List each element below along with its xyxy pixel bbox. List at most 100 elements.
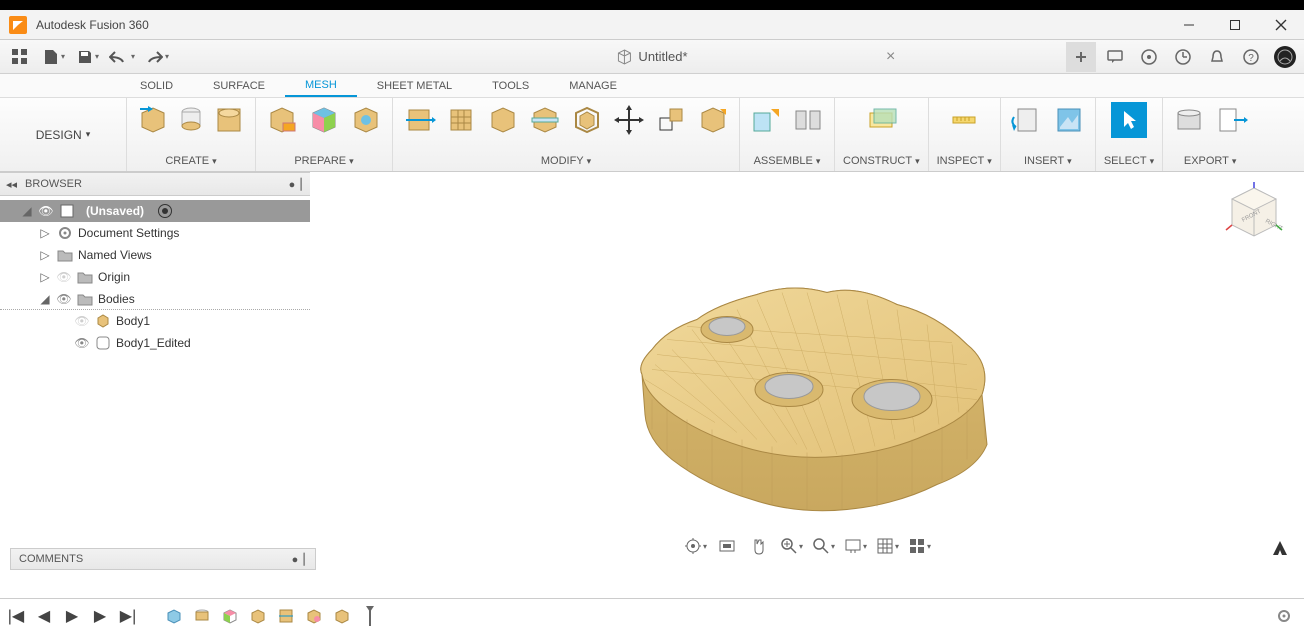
insert-decal-tool[interactable] <box>1051 102 1087 138</box>
timeline-back-icon[interactable]: ◀ <box>34 606 54 626</box>
tab-sheet-metal[interactable]: SHEET METAL <box>357 74 472 97</box>
minimize-button[interactable] <box>1166 10 1212 40</box>
insert-derive-tool[interactable] <box>1009 102 1045 138</box>
repair-tool[interactable] <box>264 102 300 138</box>
tab-mesh[interactable]: MESH <box>285 74 357 97</box>
maximize-button[interactable] <box>1212 10 1258 40</box>
timeline-feature-4[interactable] <box>248 606 268 626</box>
viewport-layout-icon[interactable]: ▾ <box>907 534 931 558</box>
comments-header[interactable]: COMMENTS ● ⎮ <box>10 548 316 570</box>
viewport[interactable]: FRONT RIGHT <box>310 172 1304 598</box>
timeline-end-icon[interactable]: ▶| <box>118 606 138 626</box>
timeline-feature-5[interactable] <box>276 606 296 626</box>
timeline-marker[interactable] <box>360 606 380 626</box>
timeline-feature-7[interactable] <box>332 606 352 626</box>
export-tool[interactable] <box>1213 102 1249 138</box>
shell-tool[interactable] <box>569 102 605 138</box>
help-icon[interactable]: ? <box>1236 42 1266 72</box>
move-tool[interactable] <box>611 102 647 138</box>
tree-bodies[interactable]: ◢ 👁 Bodies <box>0 288 310 310</box>
timeline-feature-2[interactable] <box>192 606 212 626</box>
save-button[interactable] <box>74 43 102 71</box>
collapse-browser-icon[interactable]: ◂◂ <box>6 178 17 191</box>
create-label[interactable]: CREATE▾ <box>165 155 216 167</box>
orbit-icon[interactable]: ▾ <box>683 534 707 558</box>
new-tab-button[interactable] <box>1066 42 1096 72</box>
document-tab[interactable]: Untitled* <box>616 49 687 65</box>
visibility-icon[interactable]: 👁 <box>74 336 90 350</box>
pan-icon[interactable] <box>747 534 771 558</box>
export-label[interactable]: EXPORT▾ <box>1184 155 1237 167</box>
timeline-play-icon[interactable]: ▶ <box>62 606 82 626</box>
timeline-feature-3[interactable] <box>220 606 240 626</box>
expander-icon[interactable]: ▷ <box>38 248 52 262</box>
tab-manage[interactable]: MANAGE <box>549 74 637 97</box>
expander-icon[interactable]: ▷ <box>38 226 52 240</box>
3d-print-tool[interactable] <box>1171 102 1207 138</box>
reduce-tool[interactable] <box>485 102 521 138</box>
select-label[interactable]: SELECT▾ <box>1104 155 1154 167</box>
browser-header[interactable]: ◂◂ BROWSER ● ⎮ <box>0 172 310 196</box>
inspect-label[interactable]: INSPECT▾ <box>937 155 992 167</box>
profile-avatar[interactable] <box>1270 42 1300 72</box>
tree-root[interactable]: ◢ 👁 (Unsaved) <box>0 200 310 222</box>
design-workspace[interactable]: DESIGN▾ <box>8 102 118 167</box>
job-status-icon[interactable] <box>1168 42 1198 72</box>
modify-label[interactable]: MODIFY▾ <box>541 155 591 167</box>
expander-icon[interactable]: ◢ <box>20 204 34 218</box>
browser-options-icon[interactable]: ● ⎮ <box>289 178 304 191</box>
joint-tool[interactable] <box>790 102 826 138</box>
create-mesh-section-tool[interactable] <box>211 102 247 138</box>
visibility-icon[interactable]: 👁 <box>74 314 90 328</box>
remesh-tool[interactable] <box>443 102 479 138</box>
chat-icon[interactable] <box>1100 42 1130 72</box>
assemble-label[interactable]: ASSEMBLE▾ <box>754 155 821 167</box>
visibility-icon[interactable]: 👁 <box>56 270 72 284</box>
tree-named-views[interactable]: ▷ Named Views <box>0 244 310 266</box>
zoom-icon[interactable]: ▾ <box>779 534 803 558</box>
timeline-forward-icon[interactable]: ▶ <box>90 606 110 626</box>
visibility-icon[interactable]: 👁 <box>38 204 54 218</box>
tree-body1-edited[interactable]: 👁 Body1_Edited <box>0 332 310 354</box>
timeline-settings-icon[interactable] <box>1274 606 1294 626</box>
new-component-tool[interactable] <box>748 102 784 138</box>
construct-plane-tool[interactable] <box>863 102 899 138</box>
display-settings-icon[interactable]: ▾ <box>843 534 867 558</box>
tree-document-settings[interactable]: ▷ Document Settings <box>0 222 310 244</box>
data-panel-button[interactable] <box>6 43 34 71</box>
direct-edit-tool[interactable] <box>401 102 437 138</box>
redo-button[interactable] <box>142 43 170 71</box>
grid-settings-icon[interactable]: ▾ <box>875 534 899 558</box>
tree-origin[interactable]: ▷ 👁 Origin <box>0 266 310 288</box>
comments-options-icon[interactable]: ● ⎮ <box>292 553 307 566</box>
timeline-feature-1[interactable] <box>164 606 184 626</box>
scale-tool[interactable] <box>653 102 689 138</box>
fit-icon[interactable]: ▾ <box>811 534 835 558</box>
expander-icon[interactable]: ▷ <box>38 270 52 284</box>
file-menu[interactable] <box>40 43 68 71</box>
viewcube[interactable]: FRONT RIGHT <box>1224 182 1284 242</box>
combine-face-groups-tool[interactable] <box>348 102 384 138</box>
tree-body1[interactable]: 👁 Body1 <box>0 310 310 332</box>
tab-surface[interactable]: SURFACE <box>193 74 285 97</box>
generate-face-groups-tool[interactable] <box>306 102 342 138</box>
activate-radio[interactable] <box>158 204 172 218</box>
select-tool[interactable] <box>1111 102 1147 138</box>
close-button[interactable] <box>1258 10 1304 40</box>
tab-tools[interactable]: TOOLS <box>472 74 549 97</box>
visibility-icon[interactable]: 👁 <box>56 292 72 306</box>
notifications-icon[interactable] <box>1202 42 1232 72</box>
prepare-label[interactable]: PREPARE▾ <box>294 155 353 167</box>
timeline-feature-6[interactable] <box>304 606 324 626</box>
construct-label[interactable]: CONSTRUCT▾ <box>843 155 920 167</box>
close-tab-button[interactable]: × <box>886 48 895 66</box>
tab-solid[interactable]: SOLID <box>120 74 193 97</box>
plane-cut-tool[interactable] <box>527 102 563 138</box>
expander-icon[interactable]: ◢ <box>38 292 52 306</box>
extensions-icon[interactable] <box>1134 42 1164 72</box>
insert-label[interactable]: INSERT▾ <box>1024 155 1072 167</box>
tessellate-tool[interactable] <box>177 106 205 134</box>
insert-mesh-tool[interactable] <box>135 102 171 138</box>
measure-tool[interactable] <box>946 102 982 138</box>
undo-button[interactable] <box>108 43 136 71</box>
